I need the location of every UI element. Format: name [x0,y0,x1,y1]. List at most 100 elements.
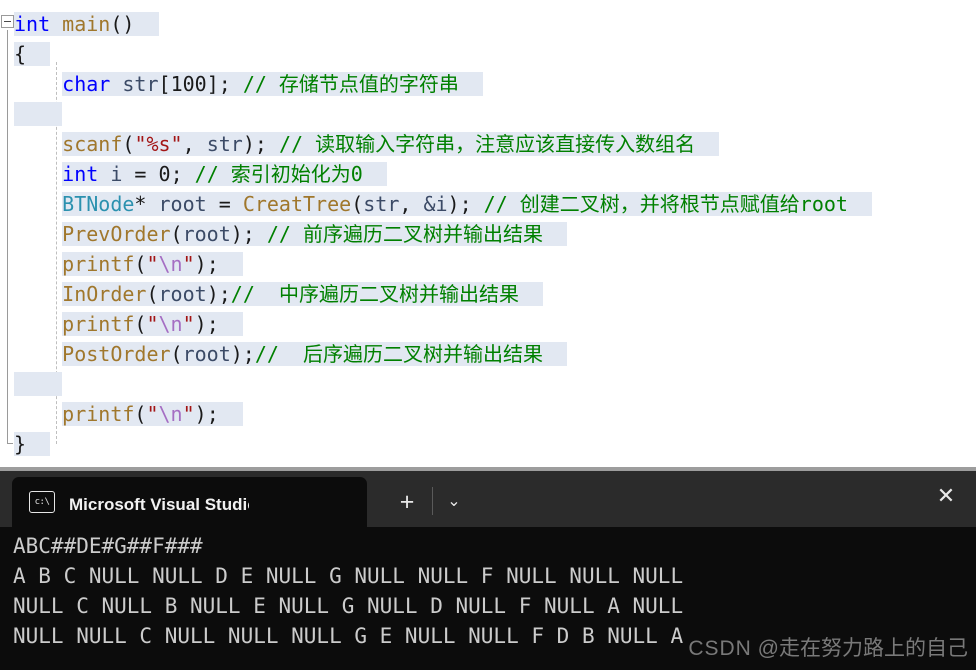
code-line-content [14,372,63,396]
code-line[interactable]: printf("\n"); [14,309,976,339]
code-token-pun: ( [134,402,147,426]
code-token-pun: = [206,192,243,216]
code-token-str: " [182,312,195,336]
code-token-cm: // 前序遍历二叉树并输出结果 [266,222,544,246]
code-token-id: str [122,72,159,96]
code-token-str: " [146,252,159,276]
code-token-kw: int [14,12,51,36]
code-token-str: " [146,312,159,336]
code-line-content: scanf("%s", str); // 读取输入字符串，注意应该直接传入数组名 [62,132,720,156]
code-token-kw: char [62,72,111,96]
tab-bar-divider [432,487,433,515]
terminal-tab-title: Microsoft Visual Studio 调试控 [69,494,249,514]
code-line-tail [26,42,50,66]
code-token-fn: PostOrder [62,342,171,366]
code-token-pun: ( [134,312,147,336]
code-token-pun: ( [134,252,147,276]
code-token-pun [110,72,122,96]
console-line: ABC##DE#G##F### [13,534,203,558]
new-tab-icon[interactable]: + [393,488,421,516]
code-block-guide [7,30,13,444]
code-line[interactable]: int main() [14,9,976,39]
code-token-pun: ( [146,282,159,306]
code-token-pun: ( [170,342,183,366]
code-token-pun: ); [242,132,279,156]
code-token-pun: ( [170,222,183,246]
code-token-id: i [110,162,123,186]
chevron-down-icon[interactable]: ⌄ [440,488,468,516]
code-line-tail [363,162,387,186]
code-line-tail [459,72,483,96]
code-token-str: " [146,402,159,426]
code-token-str: "%s" [134,132,183,156]
code-line[interactable]: BTNode* root = CreatTree(str, &i); // 创建… [14,189,976,219]
code-line-tail [543,342,567,366]
code-token-id: root [158,192,207,216]
code-line-content: BTNode* root = CreatTree(str, &i); // 创建… [62,192,873,216]
code-token-str: " [182,252,195,276]
code-token-fn: PrevOrder [62,222,171,246]
close-icon[interactable]: ✕ [934,484,958,508]
code-line[interactable]: printf("\n"); [14,249,976,279]
console-line: NULL NULL C NULL NULL NULL G E NULL NULL… [13,624,684,648]
code-token-id: root [158,282,207,306]
code-line[interactable]: scanf("%s", str); // 读取输入字符串，注意应该直接传入数组名 [14,129,976,159]
code-line-content: int main() [14,12,159,36]
code-token-num: 0 [158,162,171,186]
code-token-pun: * [134,192,159,216]
code-line[interactable]: int i = 0; // 索引初始化为0 [14,159,976,189]
code-token-fn: printf [62,312,135,336]
code-token-num: 100 [170,72,207,96]
code-token-fn: main [62,12,111,36]
code-lines[interactable]: int main() { char str[100]; // 存储节点值的字符串… [14,9,976,459]
code-token-str: " [182,402,195,426]
code-line-content: PostOrder(root);// 后序遍历二叉树并输出结果 [62,342,568,366]
terminal-tab-bar: c:\ Microsoft Visual Studio 调试控 ✕ + ⌄ [0,471,976,527]
terminal-tab-active[interactable]: c:\ Microsoft Visual Studio 调试控 [12,477,367,527]
code-line[interactable]: PrevOrder(root); // 前序遍历二叉树并输出结果 [14,219,976,249]
code-token-id: &i [423,192,448,216]
code-line[interactable]: { [14,39,976,69]
code-line[interactable]: printf("\n"); [14,399,976,429]
code-line-content: } [14,432,51,456]
code-line-content: printf("\n"); [62,312,243,336]
code-line-tail [219,402,243,426]
code-line[interactable] [14,369,976,399]
code-token-fn: CreatTree [242,192,352,216]
code-token-pun: ); [194,402,219,426]
code-token-brace: } [14,432,27,456]
code-line-tail [26,432,50,456]
collapse-toggle-icon[interactable] [1,15,14,28]
code-token-fn: printf [62,252,135,276]
code-token-cm: // 创建二叉树，并将根节点赋值给root [483,192,848,216]
code-token-type: BTNode [62,192,135,216]
code-line[interactable]: } [14,429,976,459]
code-token-cm: // 后序遍历二叉树并输出结果 [254,342,544,366]
code-token-pun: ; [170,162,195,186]
code-line-content: printf("\n"); [62,402,243,426]
code-token-pun: ); [230,222,267,246]
code-line[interactable]: char str[100]; // 存储节点值的字符串 [14,69,976,99]
code-token-pun: ); [194,312,219,336]
code-token-pun: ( [351,192,364,216]
code-token-cm: // 存储节点值的字符串 [242,72,459,96]
code-line[interactable]: PostOrder(root);// 后序遍历二叉树并输出结果 [14,339,976,369]
code-token-esc: \n [158,252,183,276]
code-token-id: root [182,222,231,246]
code-line-tail [219,252,243,276]
console-output[interactable]: ABC##DE#G##F### A B C NULL NULL D E NULL … [0,527,976,670]
code-line[interactable] [14,99,976,129]
code-token-kw: int [62,162,99,186]
code-line[interactable]: InOrder(root);// 中序遍历二叉树并输出结果 [14,279,976,309]
code-line-tail [219,312,243,336]
code-token-id: str [206,132,243,156]
code-token-pun: , [182,132,207,156]
code-line-tail [848,192,872,216]
code-token-brace: { [14,42,27,66]
code-editor[interactable]: int main() { char str[100]; // 存储节点值的字符串… [0,0,976,467]
